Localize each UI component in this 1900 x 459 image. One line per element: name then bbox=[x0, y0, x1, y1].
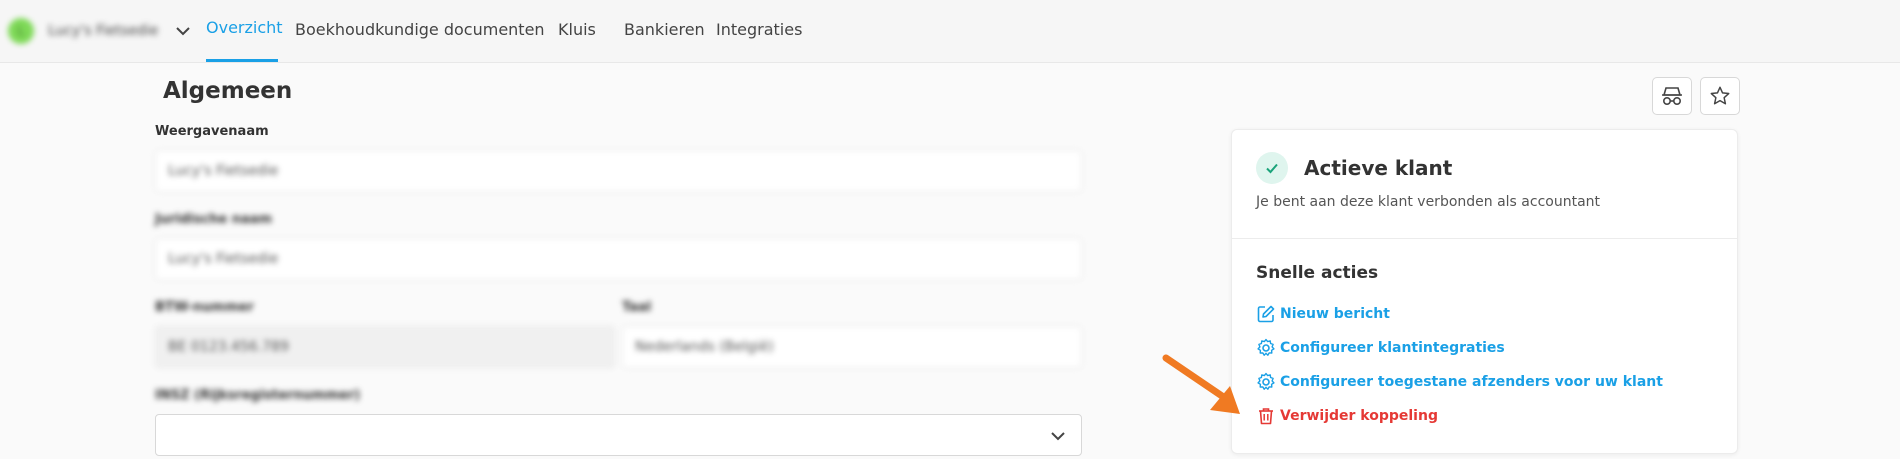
trash-icon bbox=[1259, 408, 1273, 425]
new-message-link[interactable]: Nieuw bericht bbox=[1256, 304, 1390, 324]
top-navigation: L Lucy's Fietsedie Overzicht Boekhoudkun… bbox=[0, 0, 1900, 63]
vat-label: BTW-nummer bbox=[155, 300, 254, 315]
card-divider bbox=[1232, 238, 1737, 239]
display-name-input[interactable]: Lucy's Fietsedie bbox=[155, 150, 1082, 192]
client-switcher[interactable]: L Lucy's Fietsedie bbox=[8, 14, 192, 48]
chevron-down-icon[interactable] bbox=[174, 22, 192, 40]
tab-overzicht[interactable]: Overzicht bbox=[206, 18, 283, 37]
status-subtitle: Je bent aan deze klant verbonden als acc… bbox=[1256, 194, 1601, 210]
star-icon bbox=[1710, 86, 1730, 105]
check-icon bbox=[1266, 163, 1278, 174]
display-name-label: Weergavenaam bbox=[155, 124, 269, 139]
gear-icon bbox=[1257, 338, 1275, 356]
language-select[interactable]: Nederlands (België) bbox=[622, 326, 1082, 368]
active-tab-indicator bbox=[206, 59, 278, 62]
favorite-button[interactable] bbox=[1700, 77, 1740, 115]
incognito-button[interactable] bbox=[1652, 77, 1692, 115]
incognito-icon bbox=[1662, 87, 1682, 106]
tab-bankieren[interactable]: Bankieren bbox=[624, 20, 705, 39]
tab-boekhoudkundige-documenten[interactable]: Boekhoudkundige documenten bbox=[295, 20, 545, 39]
page-title: Algemeen bbox=[163, 78, 293, 104]
status-indicator bbox=[1256, 152, 1288, 184]
configure-integrations-label: Configureer klantintegraties bbox=[1280, 340, 1505, 356]
language-label: Taal bbox=[622, 300, 652, 315]
configure-integrations-link[interactable]: Configureer klantintegraties bbox=[1256, 338, 1505, 358]
tab-integraties[interactable]: Integraties bbox=[716, 20, 802, 39]
ssn-select[interactable] bbox=[155, 414, 1082, 456]
status-title: Actieve klant bbox=[1304, 156, 1453, 180]
tab-kluis[interactable]: Kluis bbox=[558, 20, 596, 39]
quick-actions-title: Snelle acties bbox=[1256, 263, 1379, 283]
vat-input: BE 0123.456.789 bbox=[155, 326, 615, 368]
annotation-arrow-icon bbox=[1162, 354, 1240, 414]
gear-icon bbox=[1257, 372, 1275, 390]
remove-link-button[interactable]: Verwijder koppeling bbox=[1256, 406, 1438, 426]
new-message-label: Nieuw bericht bbox=[1280, 306, 1390, 322]
client-avatar: L bbox=[8, 18, 34, 44]
configure-senders-link[interactable]: Configureer toegestane afzenders voor uw… bbox=[1256, 372, 1663, 392]
client-name: Lucy's Fietsedie bbox=[48, 23, 159, 39]
configure-senders-label: Configureer toegestane afzenders voor uw… bbox=[1280, 374, 1663, 390]
legal-name-label: Juridische naam bbox=[155, 212, 273, 227]
legal-name-input[interactable]: Lucy's Fietsedie bbox=[155, 238, 1082, 280]
client-status-card: Actieve klant Je bent aan deze klant ver… bbox=[1231, 129, 1738, 454]
remove-link-label: Verwijder koppeling bbox=[1280, 408, 1438, 424]
ssn-label: INSZ (Rijksregisternummer) bbox=[155, 388, 361, 403]
edit-icon bbox=[1257, 305, 1275, 323]
chevron-down-icon bbox=[1051, 432, 1065, 441]
